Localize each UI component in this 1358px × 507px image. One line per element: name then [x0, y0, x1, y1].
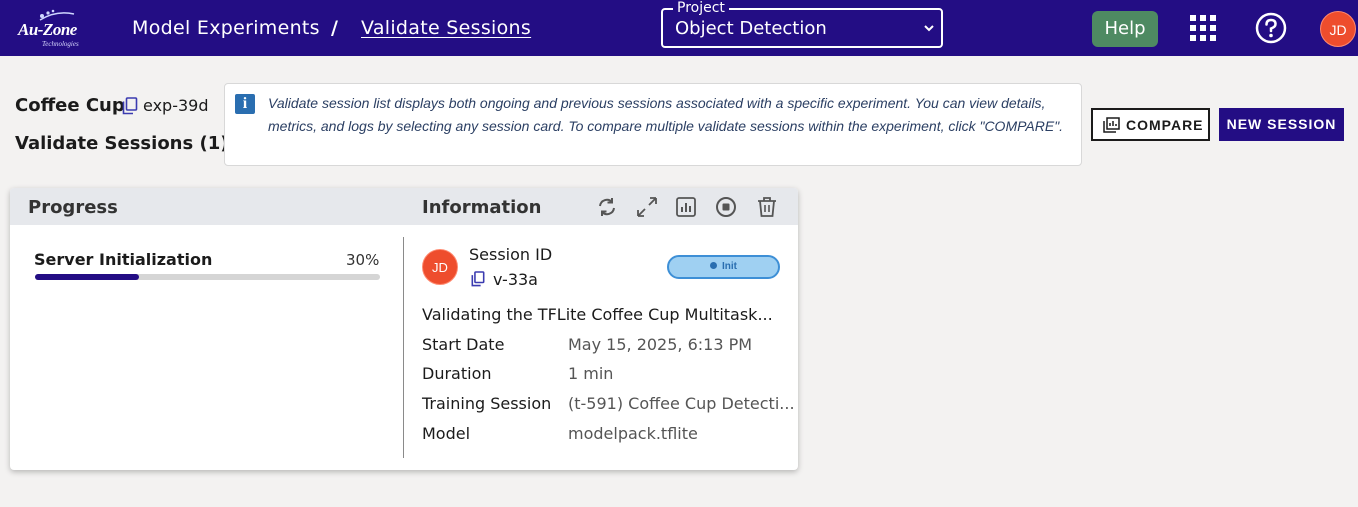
session-id-label: Session ID [469, 245, 553, 264]
chart-icon[interactable] [674, 195, 698, 219]
detail-label-duration: Duration [422, 364, 492, 383]
status-dot [710, 262, 717, 269]
detail-value-duration: 1 min [568, 364, 614, 383]
session-card-header: Progress Information [10, 188, 798, 225]
logo-text: Au-Zone [18, 20, 77, 39]
user-avatar[interactable]: JD [1320, 11, 1356, 47]
copy-icon[interactable] [471, 271, 485, 287]
trash-icon[interactable] [755, 195, 779, 219]
info-text: Validate session list displays both ongo… [268, 95, 1064, 134]
info-banner: i Validate session list displays both on… [224, 83, 1082, 166]
session-id-value: v-33a [493, 270, 538, 289]
progress-stage-name: Server Initialization [34, 250, 213, 269]
card-divider [403, 237, 404, 458]
info-icon: i [235, 94, 255, 114]
compare-button-label: COMPARE [1126, 117, 1204, 133]
project-select-value: Object Detection [675, 18, 827, 39]
status-badge-label: Init [722, 261, 737, 272]
breadcrumb-model-experiments[interactable]: Model Experiments [132, 17, 320, 39]
au-zone-logo[interactable]: Au-Zone Technologies [14, 8, 86, 50]
copy-icon[interactable] [122, 97, 138, 115]
session-description: Validating the TFLite Coffee Cup Multita… [422, 305, 773, 324]
information-header: Information [422, 197, 542, 218]
compare-button[interactable]: COMPARE [1091, 108, 1210, 141]
detail-value-training-session[interactable]: (t-591) Coffee Cup Detecti... [568, 394, 795, 413]
session-card[interactable]: Progress Information Server Initializati… [10, 188, 798, 470]
project-select[interactable]: Project Object Detection [661, 0, 943, 48]
refresh-icon[interactable] [595, 195, 619, 219]
progress-bar-fill [35, 274, 139, 280]
stop-icon[interactable] [714, 195, 738, 219]
experiment-id: exp-39d [143, 96, 209, 115]
detail-label-model: Model [422, 424, 471, 443]
detail-label-start-date: Start Date [422, 335, 505, 354]
detail-label-training-session: Training Session [422, 394, 552, 413]
breadcrumb-validate-sessions[interactable]: Validate Sessions [361, 17, 531, 39]
progress-bar [35, 274, 380, 280]
progress-header: Progress [28, 197, 118, 218]
apps-grid-icon[interactable] [1190, 15, 1216, 41]
compare-icon [1103, 117, 1120, 133]
session-owner-avatar: JD [422, 249, 458, 285]
new-session-button[interactable]: NEW SESSION [1219, 108, 1344, 141]
progress-stage-percent: 30% [346, 251, 380, 269]
detail-value-model: modelpack.tflite [568, 424, 698, 443]
expand-icon[interactable] [635, 195, 659, 219]
help-circle-icon[interactable] [1255, 12, 1287, 44]
logo-subtext: Technologies [42, 40, 79, 48]
project-select-label: Project [673, 0, 729, 16]
chevron-down-icon [924, 25, 934, 32]
sessions-title: Validate Sessions (1) [15, 133, 229, 154]
status-badge: Init [667, 255, 780, 279]
detail-value-start-date: May 15, 2025, 6:13 PM [568, 335, 753, 354]
experiment-name: Coffee Cup [15, 95, 125, 116]
help-button[interactable]: Help [1092, 11, 1158, 47]
top-bar: Au-Zone Technologies Model Experiments /… [0, 0, 1358, 56]
breadcrumb-separator: / [331, 17, 339, 39]
